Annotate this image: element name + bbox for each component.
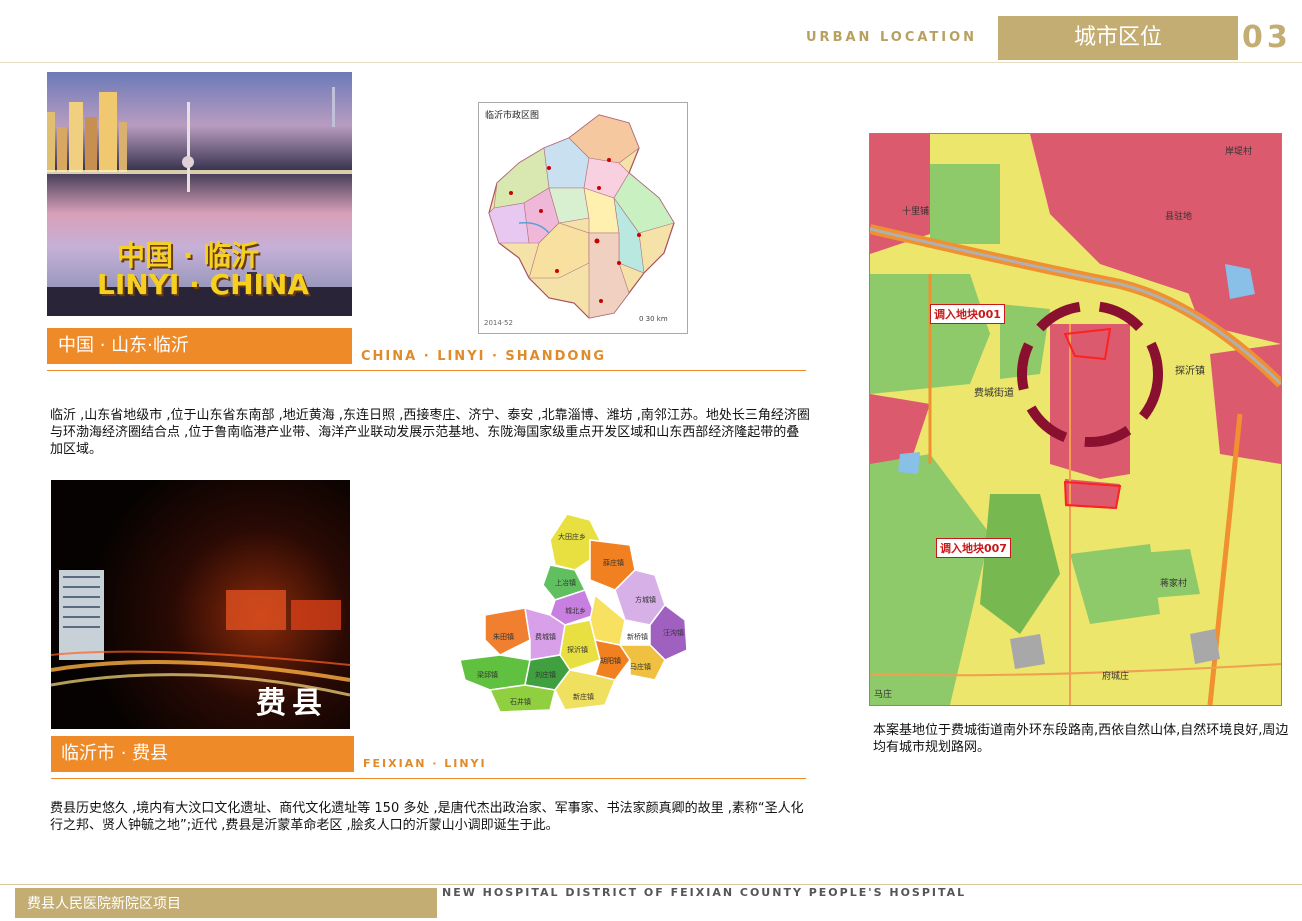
place-label-6: 蒋家村 [1160,579,1188,589]
header-divider [0,62,1302,63]
place-label-1: 十里铺 [902,207,930,217]
feixian-night-photo: 费县 [51,480,350,729]
photo-title-en: LINYI · CHINA [97,268,310,301]
county-label-11: 胡阳镇 [600,657,621,665]
section2-caption: 临沂市 · 费县 [51,736,354,772]
county-label-2: 薛庄镇 [603,559,624,567]
section1-caption-en: CHINA · LINYI · SHANDONG [361,349,607,364]
linyi-admin-map: 临沂市政区图 2014·52 0 30 km [478,102,688,334]
county-label-5: 新桥镇 [627,633,648,641]
county-label-1: 大田庄乡 [558,533,586,541]
site-paragraph: 本案基地位于费城街道南外环东段路南,西依自然山体,自然环境良好,周边均有城市规划… [873,723,1289,755]
admin-map-graphic [488,114,675,319]
footer-divider [0,884,1302,885]
admin-map-year: 2014·52 [484,319,513,327]
place-label-4: 县驻地 [1165,212,1193,222]
site-planning-map: 调入地块001 调入地块007 十里铺 费城街道 探沂镇 县驻地 岸堤村 蒋家村… [869,133,1282,706]
header-chinese-title: 城市区位 [998,16,1238,60]
section2-paragraph: 费县历史悠久 ,境内有大汶口文化遗址、商代文化遗址等 150 多处 ,是唐代杰出… [50,801,804,833]
place-label-3: 探沂镇 [1175,366,1205,377]
place-label-2: 费城街道 [974,388,1014,399]
place-label-8: 马庄 [874,690,893,700]
county-label-15: 石井镇 [510,698,531,706]
section2-divider [51,778,806,779]
county-label-13: 马庄镇 [630,663,651,671]
photo-title-feixian: 费县 [256,686,328,721]
site-map-graphic [870,134,1281,705]
county-label-10: 探沂镇 [567,646,588,654]
header-english-title: URBAN LOCATION [806,30,978,45]
section2-caption-en: FEIXIAN · LINYI [363,757,487,770]
county-label-6: 方城镇 [635,596,656,604]
county-label-4: 城北乡 [565,607,586,615]
site-label-007: 调入地块007 [936,538,1011,558]
place-label-5: 岸堤村 [1225,147,1253,157]
section1-divider [47,370,806,371]
section1-paragraph: 临沂 ,山东省地级市 ,位于山东省东南部 ,地近黄海 ,东连日照 ,西接枣庄、济… [50,408,810,457]
county-label-3: 上冶镇 [555,579,576,587]
county-label-12: 梁邱镇 [477,671,498,679]
page-number: 03 [1242,20,1292,55]
place-label-7: 府城庄 [1102,672,1130,682]
footer-project-name-en: NEW HOSPITAL DISTRICT OF FEIXIAN COUNTY … [442,886,967,899]
county-label-14: 刘庄镇 [535,671,556,679]
county-label-9: 费城镇 [535,633,556,641]
site-label-001: 调入地块001 [930,304,1005,324]
county-label-7: 汪沟镇 [663,629,684,637]
section1-caption: 中国 · 山东·临沂 [47,328,352,364]
feixian-county-map: 大田庄乡 薛庄镇 上冶镇 城北乡 新桥镇 方城镇 汪沟镇 朱田镇 费城镇 探沂镇… [455,510,695,715]
admin-map-scale: 0 30 km [639,315,668,323]
county-label-16: 新庄镇 [573,693,594,701]
county-label-8: 朱田镇 [493,633,514,641]
linyi-city-photo: 中国 · 临沂 LINYI · CHINA [47,72,352,316]
footer-project-name: 费县人民医院新院区项目 [15,888,437,918]
